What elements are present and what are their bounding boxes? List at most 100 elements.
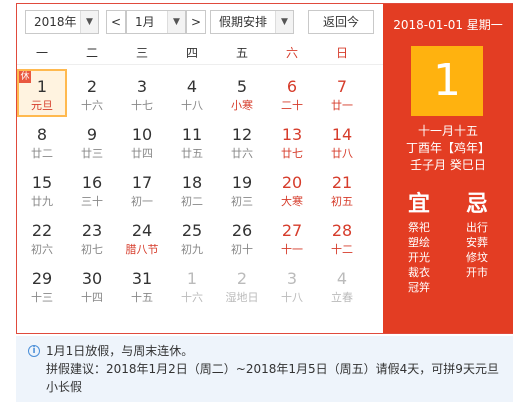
- day-cell[interactable]: 5 小寒: [217, 69, 267, 117]
- selected-date-label: 2018-01-01 星期一: [393, 18, 503, 32]
- prev-month-button[interactable]: <: [106, 10, 126, 34]
- day-cell[interactable]: 8 廿二: [17, 117, 67, 165]
- day-cell[interactable]: 1 十六: [167, 261, 217, 309]
- calendar-widget: 2018年 ▼ < 1月 ▼ > 假期安排 ▼ 返回今 一二三四五六日 休 1 元旦…: [16, 3, 513, 334]
- weekday-label: 一: [35, 46, 48, 60]
- yi-item: 冠笄: [408, 281, 430, 294]
- lunar-label: 大寒: [281, 195, 303, 208]
- chevron-down-icon: ▼: [167, 11, 185, 33]
- day-number: 26: [231, 221, 253, 240]
- day-number: 24: [131, 221, 153, 240]
- day-cell[interactable]: 2 湿地日: [217, 261, 267, 309]
- ji-list: 出行 安葬 修坟 开市: [453, 220, 501, 280]
- day-cell[interactable]: 24 腊八节: [117, 213, 167, 261]
- next-month-button[interactable]: >: [186, 10, 206, 34]
- day-cell[interactable]: 4 十八: [167, 69, 217, 117]
- day-cell[interactable]: 30 十四: [67, 261, 117, 309]
- holiday-select-value: 假期安排: [219, 15, 268, 29]
- day-cell[interactable]: 27 十一: [267, 213, 317, 261]
- weekday-label: 日: [335, 46, 348, 60]
- lunar-label: 十四: [81, 291, 103, 304]
- yi-list: 祭祀 塑绘 开光 裁衣 冠笄: [395, 220, 443, 295]
- day-number: 25: [181, 221, 203, 240]
- day-cell[interactable]: 19 初三: [217, 165, 267, 213]
- day-cell[interactable]: 26 初十: [217, 213, 267, 261]
- lunar-label: 廿八: [331, 147, 353, 160]
- day-number: 18: [181, 173, 203, 192]
- lunar-label: 三十: [81, 195, 103, 208]
- day-cell[interactable]: 15 廿九: [17, 165, 67, 213]
- day-cell[interactable]: 休 1 元旦: [17, 69, 67, 117]
- day-cell[interactable]: 21 初五: [317, 165, 367, 213]
- selected-day-number: 1: [411, 46, 483, 116]
- holiday-select[interactable]: 假期安排 ▼: [210, 10, 294, 34]
- leave-suggestion: 拼假建议：2018年1月2日（周二）~2018年1月5日（周五）请假4天，可拼9…: [46, 362, 499, 394]
- ji-heading: 忌: [465, 192, 488, 217]
- info-icon: i: [28, 345, 40, 357]
- lunar-label: 十二: [331, 243, 353, 256]
- day-cell[interactable]: 18 初二: [167, 165, 217, 213]
- day-cell[interactable]: 31 十五: [117, 261, 167, 309]
- day-cell[interactable]: 29 十三: [17, 261, 67, 309]
- day-cell[interactable]: 12 廿六: [217, 117, 267, 165]
- day-number: 29: [31, 269, 53, 288]
- day-cell[interactable]: 3 十八: [267, 261, 317, 309]
- ji-item: 出行: [466, 221, 488, 234]
- holiday-info-box: i 1月1日放假，与周末连休。 拼假建议：2018年1月2日（周二）~2018年…: [16, 336, 513, 402]
- day-number: 17: [131, 173, 153, 192]
- day-number: 15: [31, 173, 53, 192]
- day-cell[interactable]: 16 三十: [67, 165, 117, 213]
- day-cell[interactable]: 3 十七: [117, 69, 167, 117]
- day-number: 28: [331, 221, 353, 240]
- lunar-label: 十七: [131, 99, 153, 112]
- day-number: 19: [231, 173, 253, 192]
- day-number: 30: [81, 269, 103, 288]
- lunar-label: 二十: [281, 99, 303, 112]
- day-cell[interactable]: 23 初七: [67, 213, 117, 261]
- day-number: 4: [186, 77, 198, 96]
- day-cell[interactable]: 10 廿四: [117, 117, 167, 165]
- lunar-label: 初二: [181, 195, 203, 208]
- day-cell[interactable]: 2 十六: [67, 69, 117, 117]
- day-cell[interactable]: 11 廿五: [167, 117, 217, 165]
- calendar-grid: 一二三四五六日 休 1 元旦 2 十六 3 十七 4 十八 5 小寒 6 二十 7 廿一 8 廿二 9 廿三 10 廿四…: [17, 41, 383, 309]
- day-number: 1: [186, 269, 198, 288]
- day-cell[interactable]: 9 廿三: [67, 117, 117, 165]
- weekday-label: 二: [85, 46, 98, 60]
- yi-item: 塑绘: [408, 236, 430, 249]
- month-select[interactable]: 1月 ▼: [126, 10, 186, 34]
- lunar-label: 十八: [281, 291, 303, 304]
- day-cell[interactable]: 22 初六: [17, 213, 67, 261]
- lunar-label: 廿七: [281, 147, 303, 160]
- year-select[interactable]: 2018年 ▼: [25, 10, 99, 34]
- lunar-date: 十一月十五: [417, 124, 478, 138]
- weekday-label: 四: [185, 46, 198, 60]
- lunar-label: 十一: [281, 243, 303, 256]
- day-number: 21: [331, 173, 353, 192]
- month-select-value: 1月: [135, 15, 155, 29]
- yi-item: 开光: [408, 251, 430, 264]
- day-cell[interactable]: 7 廿一: [317, 69, 367, 117]
- day-cell[interactable]: 4 立春: [317, 261, 367, 309]
- day-number: 3: [286, 269, 298, 288]
- weekday-label: 五: [235, 46, 248, 60]
- day-cell[interactable]: 20 大寒: [267, 165, 317, 213]
- day-cell[interactable]: 25 初九: [167, 213, 217, 261]
- day-cell[interactable]: 17 初一: [117, 165, 167, 213]
- lunar-label: 湿地日: [225, 291, 259, 304]
- day-cell[interactable]: 28 十二: [317, 213, 367, 261]
- day-cell[interactable]: 6 二十: [267, 69, 317, 117]
- day-number: 4: [336, 269, 348, 288]
- lunar-label: 廿三: [81, 147, 103, 160]
- day-number: 27: [281, 221, 303, 240]
- day-number: 12: [231, 125, 253, 144]
- lunar-label: 十五: [131, 291, 153, 304]
- day-number: 5: [236, 77, 248, 96]
- chevron-down-icon: ▼: [275, 11, 293, 33]
- back-to-today-button[interactable]: 返回今: [308, 10, 374, 34]
- yi-item: 裁衣: [408, 266, 430, 279]
- day-cell[interactable]: 14 廿八: [317, 117, 367, 165]
- day-number: 3: [136, 77, 148, 96]
- day-cell[interactable]: 13 廿七: [267, 117, 317, 165]
- day-number: 31: [131, 269, 153, 288]
